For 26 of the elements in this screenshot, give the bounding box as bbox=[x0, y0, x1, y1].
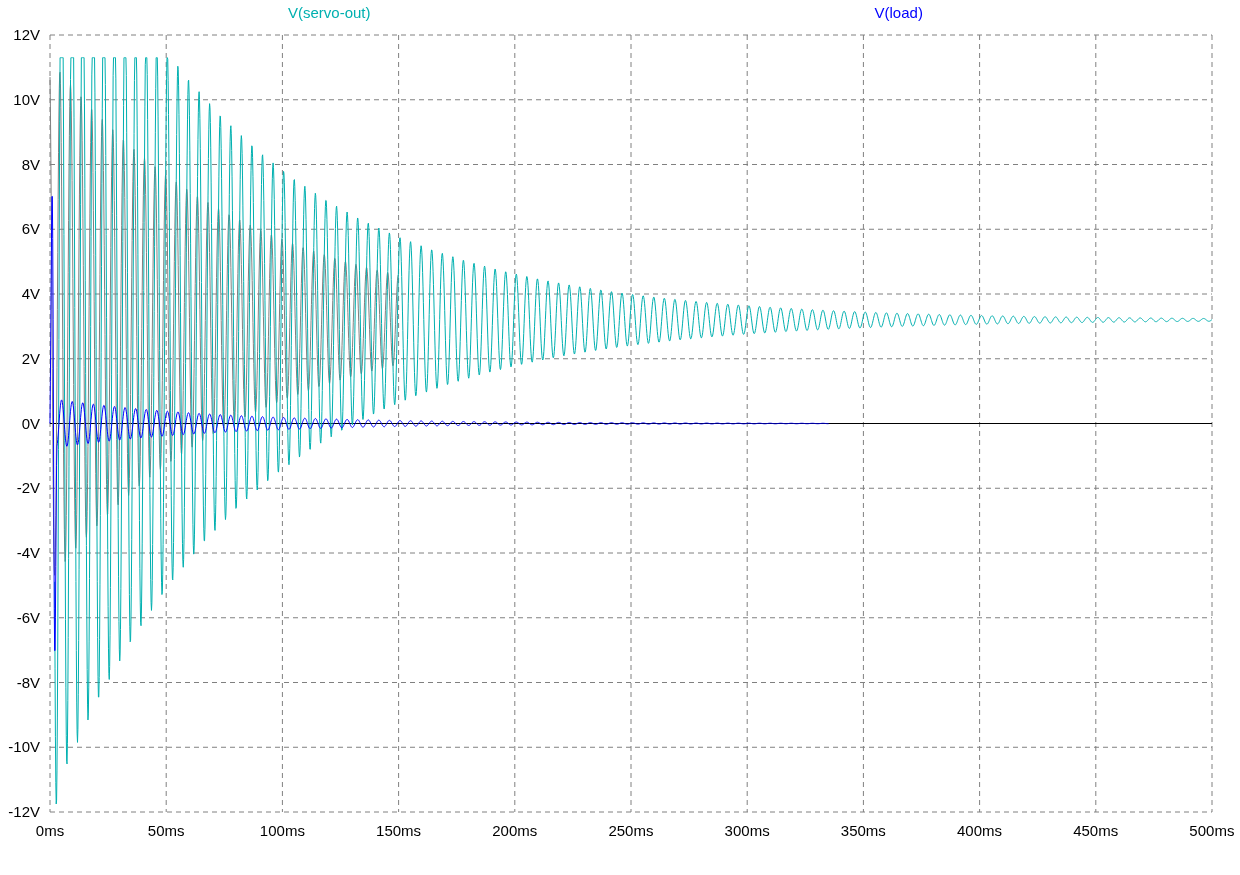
axis-tick-label: 12V bbox=[13, 26, 40, 44]
axis-tick-label: 100ms bbox=[258, 822, 306, 840]
axis-tick-label: -2V bbox=[16, 479, 40, 498]
axis-tick-label: -6V bbox=[16, 608, 40, 627]
axis-tick-label: -10V bbox=[8, 738, 40, 757]
axis-tick-label: 150ms bbox=[375, 822, 423, 840]
axis-tick-label: 350ms bbox=[839, 822, 887, 840]
axis-tick-label: 8V bbox=[21, 155, 40, 174]
trace-label: V(servo-out) bbox=[288, 4, 371, 22]
axis-tick-label: 500ms bbox=[1188, 822, 1236, 840]
axis-tick-label: 4V bbox=[21, 285, 40, 303]
axis-tick-label: 450ms bbox=[1072, 822, 1120, 840]
axis-tick-label: 2V bbox=[21, 349, 40, 368]
axis-tick-label: 0V bbox=[21, 414, 40, 433]
axis-tick-label: 400ms bbox=[956, 822, 1003, 840]
axis-tick-label: 300ms bbox=[723, 822, 771, 840]
axis-tick-label: 10V bbox=[13, 90, 40, 109]
axis-tick-label: -4V bbox=[16, 544, 40, 562]
axis-tick-label: 6V bbox=[21, 220, 40, 239]
axis-tick-label: -12V bbox=[8, 803, 40, 821]
axis-tick-label: -8V bbox=[16, 673, 40, 692]
axis-tick-label: 0ms bbox=[34, 822, 66, 840]
axis-tick-label: 250ms bbox=[607, 822, 655, 840]
axis-tick-label: 200ms bbox=[491, 822, 539, 840]
axis-tick-label: 50ms bbox=[146, 822, 186, 840]
trace-label: V(load) bbox=[874, 4, 923, 22]
